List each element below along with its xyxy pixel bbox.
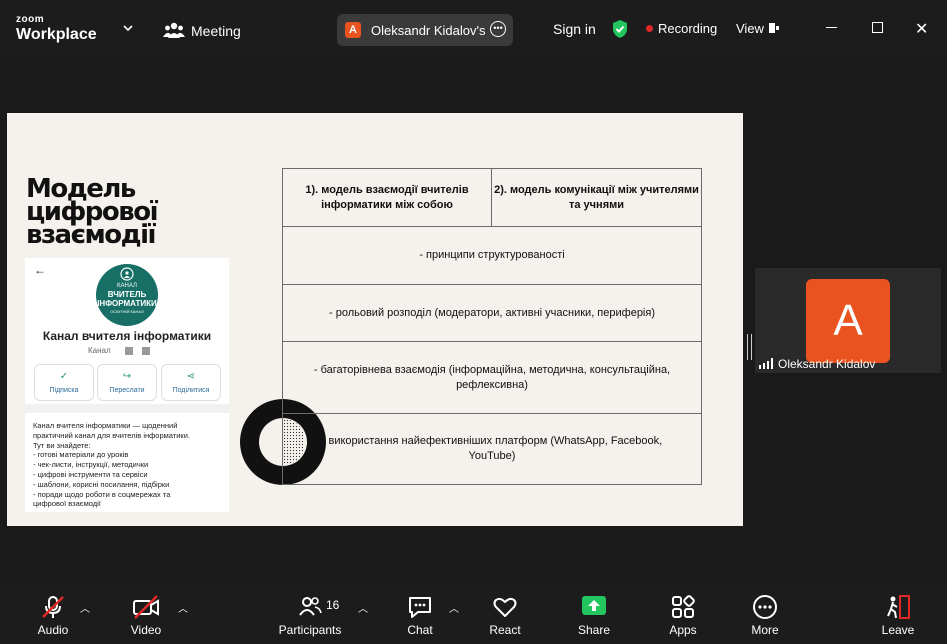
signal-icon [759,358,773,369]
row-text: - використання найефективніших платформ … [321,435,663,462]
participants-options-caret[interactable]: ︿ [358,600,368,615]
group-icon [120,267,134,281]
more-icon[interactable] [752,594,778,620]
participants-count: 16 [326,598,340,612]
header-text: 1). модель взаємодії вчителів інформатик… [305,183,469,211]
more-options-icon[interactable]: ••• [490,21,506,37]
app-logo-top: zoom [16,14,45,25]
channel-logo-main-text: ВЧИТЕЛЬ ІНФОРМАТИКИ [97,290,157,308]
apps-icon[interactable] [670,594,696,620]
slide-title: Модель цифрової взаємодії [26,176,206,250]
table-row: - рольовий розподіл (модератори, активні… [282,284,702,342]
share-icon: ⋖ [186,371,196,382]
tab-label: Oleksandr Kidalov's s [371,23,485,38]
video-options-caret[interactable]: ︿ [178,600,188,615]
description-line: цифрової взаємодії [33,499,101,509]
recording-label[interactable]: Recording [658,21,717,36]
audio-options-caret[interactable]: ︿ [80,600,90,615]
react-button[interactable]: React [484,623,526,637]
table-row: - використання найефективніших платформ … [282,413,702,485]
sign-in-link[interactable]: Sign in [553,21,596,37]
mic-muted-icon[interactable] [40,594,66,620]
video-button[interactable]: Video [121,623,171,637]
react-heart-icon[interactable] [492,594,518,620]
chat-options-caret[interactable]: ︿ [449,600,459,615]
participant-name: Oleksandr Kidalov [778,357,876,371]
description-line: Канал вчителя інформатики — щоденний [33,421,178,430]
apps-button[interactable]: Apps [662,623,704,637]
header-text: 2). модель комунікації між учителями та … [494,183,699,211]
description-line: - чек-листи, інструкції, методички [33,460,149,470]
minimize-icon[interactable] [826,27,837,28]
audio-button[interactable]: Audio [28,623,78,637]
shield-icon[interactable] [611,19,629,39]
meeting-label[interactable]: Meeting [191,23,241,39]
share-screen-icon[interactable] [581,594,607,618]
leave-button[interactable]: Leave [877,623,919,637]
share-button[interactable]: Share [574,623,614,637]
description-line: Тут ви знайдете: [33,440,91,450]
leave-icon[interactable] [885,594,911,620]
row-text: - рольовий розподіл (модератори, активні… [328,306,655,319]
app-logo: Workplace [16,26,97,43]
back-arrow-icon: ← [34,263,46,277]
row-text: - багаторівнева взаємодія (інформаційна,… [313,363,671,391]
view-button[interactable]: View [736,21,764,36]
table-row: - багаторівнева взаємодія (інформаційна,… [282,341,702,414]
description-line: - шаблони, корисні посилання, підбірки [33,479,170,489]
participants-button[interactable]: Participants [273,623,347,637]
maximize-icon[interactable] [872,22,883,33]
channel-description: Канал вчителя інформатики — щоденний пра… [33,421,223,509]
more-button[interactable]: More [744,623,786,637]
row-text: - принципи структурованості [419,249,565,261]
button-label: Переслати [109,387,145,394]
button-label: Поділитися [172,387,210,394]
camera-off-icon[interactable] [132,594,160,620]
tab-avatar: A [345,22,361,38]
chevron-down-icon[interactable] [122,22,134,34]
forward-icon: ↪ [122,371,132,382]
table-header-left: 1). модель взаємодії вчителів інформатик… [282,168,492,227]
chat-icon[interactable] [407,594,433,620]
divider [25,404,229,413]
subscribe-button: ✓ Підписка [34,364,94,401]
recording-dot-icon [646,25,653,32]
participants-icon[interactable] [298,594,322,618]
placeholder-square [125,347,133,355]
channel-type: Канал [88,346,111,355]
share-channel-button: ⋖ Поділитися [161,364,221,401]
description-line: - готові матеріали до уроків [33,450,129,460]
description-line: практичний канал для вчителів інформатик… [33,430,190,440]
button-label: Підписка [49,387,79,394]
channel-name: Канал вчителя інформатики [42,329,212,343]
view-layout-icon[interactable] [768,22,780,34]
placeholder-square [142,347,150,355]
close-icon[interactable]: ✕ [915,19,928,39]
description-line: - цифрові інструменти та сервіси [33,469,148,479]
channel-logo-sub-text: ОСВІТНІЙ КАНАЛ [110,309,144,314]
description-line: - поради щодо роботи в соцмережах та [33,489,171,499]
chat-button[interactable]: Chat [398,623,442,637]
avatar: A [806,279,890,363]
forward-button: ↪ Переслати [97,364,157,401]
resize-handle[interactable] [747,334,752,360]
channel-logo-small-text: КАНАЛ [117,283,137,289]
meeting-icon [163,22,185,38]
check-icon: ✓ [59,371,69,382]
slide-title-line: взаємодії [26,220,156,250]
table-header-right: 2). модель комунікації між учителями та … [491,168,702,227]
table-row: - принципи структурованості [282,226,702,285]
